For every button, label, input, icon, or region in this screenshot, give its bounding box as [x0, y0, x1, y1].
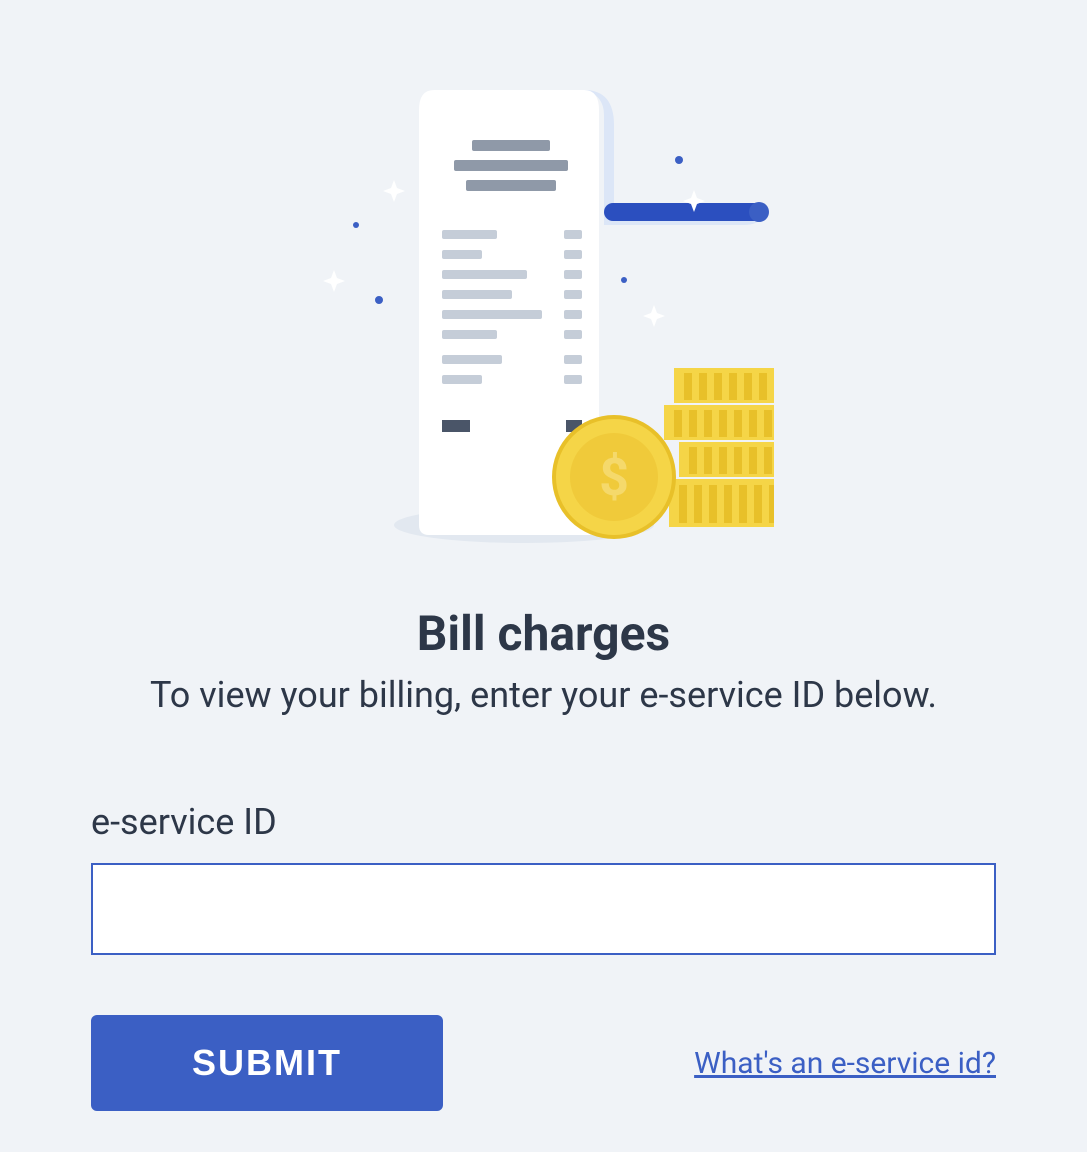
svg-text:$: $ — [599, 447, 629, 508]
form-actions: SUBMIT What's an e-service id? — [91, 1015, 996, 1111]
eservice-id-input[interactable] — [91, 863, 996, 955]
eservice-id-label: e-service ID — [91, 801, 996, 843]
eservice-help-link[interactable]: What's an e-service id? — [694, 1046, 996, 1081]
page-title: Bill charges — [417, 605, 670, 662]
submit-button[interactable]: SUBMIT — [91, 1015, 443, 1111]
eservice-form: e-service ID SUBMIT What's an e-service … — [91, 801, 996, 1111]
page-subtitle: To view your billing, enter your e-servi… — [150, 674, 937, 716]
bill-illustration: $ — [314, 85, 774, 545]
